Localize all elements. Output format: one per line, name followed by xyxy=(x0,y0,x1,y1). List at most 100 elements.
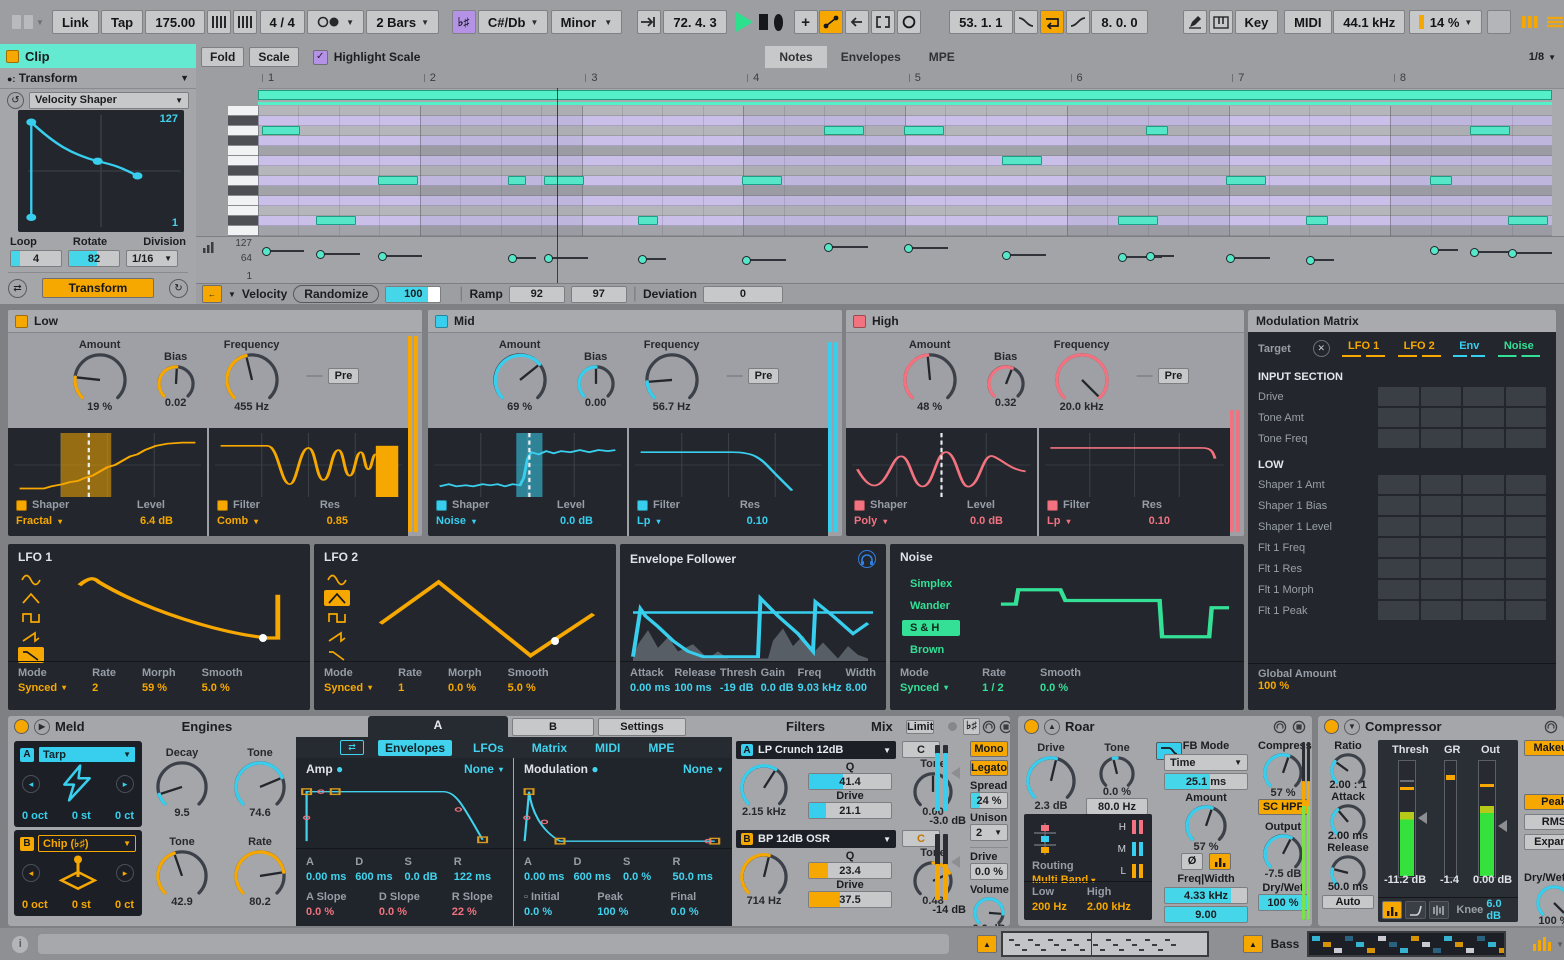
value-knob[interactable]: 2.15 kHz xyxy=(738,763,790,818)
matrix-cell[interactable] xyxy=(1463,517,1504,536)
frequency-knob[interactable]: Frequency 455 Hz xyxy=(223,339,281,413)
velocity-marker[interactable] xyxy=(1306,256,1315,265)
velocity-shaper-graph[interactable]: 127 1 xyxy=(18,110,184,232)
shaper-enable-checkbox[interactable] xyxy=(854,500,865,511)
session-record-icon[interactable] xyxy=(897,10,921,34)
velocity-marker[interactable] xyxy=(638,255,647,264)
key-map-button[interactable]: Key xyxy=(1235,10,1279,34)
attack-value[interactable]: 2.00 ms xyxy=(1322,830,1374,842)
shaper-value[interactable]: 0.0 dB xyxy=(970,515,1003,527)
out-handle[interactable] xyxy=(1498,820,1507,832)
device-on-led[interactable] xyxy=(1024,719,1039,734)
lfo-mode-select[interactable]: Synced▾ xyxy=(324,681,372,696)
midi-note[interactable] xyxy=(638,216,658,225)
env-param[interactable]: -19 dB xyxy=(720,681,757,696)
lane-dropdown-icon[interactable]: ▼ xyxy=(228,290,236,299)
peak-button[interactable]: Peak xyxy=(1524,794,1564,810)
tab-notes[interactable]: Notes xyxy=(765,46,826,68)
tone-knob[interactable]: Tone 0.0 % xyxy=(1086,742,1148,798)
tone-freq[interactable]: 80.0 Hz xyxy=(1086,798,1148,815)
matrix-cell[interactable] xyxy=(1506,429,1547,448)
fb-time[interactable]: 25.1 ms xyxy=(1164,773,1248,790)
auto-release-button[interactable]: Auto xyxy=(1322,895,1374,909)
midi-note[interactable] xyxy=(378,176,418,185)
matrix-cell[interactable] xyxy=(1378,496,1419,515)
lfo-wave-triangle-icon[interactable] xyxy=(18,590,44,606)
matrix-cell[interactable] xyxy=(1463,601,1504,620)
sc-hpf-button[interactable]: SC HPF xyxy=(1258,799,1308,815)
env-param[interactable]: 0.0 % xyxy=(623,870,673,885)
clip-overview[interactable] xyxy=(1001,931,1209,957)
limit-button[interactable]: Limit xyxy=(906,720,934,734)
shaper-display[interactable]: Shaper Level Noise▾ 0.0 dB xyxy=(428,428,627,536)
midi-note[interactable] xyxy=(316,216,356,225)
velocity-marker[interactable] xyxy=(316,250,325,259)
midi-map-button[interactable]: MIDI xyxy=(1284,10,1331,34)
metronome-menu[interactable]: ▼ xyxy=(307,10,364,34)
knee-value[interactable]: 6.0 dB xyxy=(1486,898,1514,922)
env-param[interactable]: 122 ms xyxy=(454,870,503,885)
filter-type-select[interactable]: B BP 12dB OSR▼ xyxy=(736,830,896,848)
meld-title-bar[interactable]: ▶ Meld Engines A B Settings Filters Mix … xyxy=(8,716,1010,737)
grid-interval-select[interactable]: 1/8▼ xyxy=(1529,51,1556,63)
global-drive[interactable]: 0.0 % xyxy=(970,863,1008,880)
midi-note[interactable] xyxy=(1002,156,1042,165)
noise-type-brown[interactable]: Brown xyxy=(902,642,960,658)
matrix-column-noise[interactable]: Noise xyxy=(1498,340,1540,357)
matrix-cell[interactable] xyxy=(1463,496,1504,515)
matrix-cell[interactable] xyxy=(1506,517,1547,536)
env-param[interactable]: 0.00 ms xyxy=(524,870,574,885)
randomize-button[interactable]: Randomize xyxy=(293,285,379,303)
matrix-cell[interactable] xyxy=(1506,475,1547,494)
activity-view-button[interactable] xyxy=(1382,901,1402,919)
loop-value[interactable]: 4 xyxy=(10,250,62,267)
device-on-led[interactable] xyxy=(1324,719,1339,734)
tab-mpe[interactable]: MPE xyxy=(915,46,969,68)
shaper-enable-checkbox[interactable] xyxy=(436,500,447,511)
lane-select-button[interactable]: ← xyxy=(202,285,222,303)
overdub-icon[interactable]: + xyxy=(794,10,818,34)
lfo-rate[interactable]: 2 xyxy=(92,681,116,696)
capture-midi-icon[interactable] xyxy=(871,10,895,34)
shaper-value[interactable]: 0.0 dB xyxy=(560,515,593,527)
lfo-morph[interactable]: 0.0 % xyxy=(448,681,482,696)
global-amount-value[interactable]: 100 % xyxy=(1258,680,1546,692)
shaper-enable-checkbox[interactable] xyxy=(16,500,27,511)
velocity-lane[interactable]: 127641 xyxy=(196,236,1564,284)
thresh-meter[interactable] xyxy=(1398,760,1416,878)
bias-knob[interactable]: Bias 0.32 xyxy=(985,351,1027,409)
value-knob[interactable]: 100 % xyxy=(1524,884,1564,926)
env-param2[interactable]: 0.0 % xyxy=(306,905,379,920)
midi-note[interactable] xyxy=(1306,216,1328,225)
velocity-marker[interactable] xyxy=(824,243,833,252)
matrix-cell[interactable] xyxy=(1421,408,1462,427)
lfo-rate[interactable]: 1 xyxy=(398,681,422,696)
sidechain-listen-icon[interactable] xyxy=(858,550,876,568)
env-follower-display[interactable] xyxy=(628,570,878,662)
velocity-marker[interactable] xyxy=(1508,249,1517,258)
hot-swap-icon[interactable] xyxy=(1273,720,1287,734)
env-param[interactable]: 0.0 dB xyxy=(405,870,454,885)
matrix-cell[interactable] xyxy=(1506,408,1547,427)
clip-overview-toggle[interactable]: ▲ xyxy=(977,935,996,953)
midi-note[interactable] xyxy=(1226,176,1266,185)
filter-value[interactable]: 0.85 xyxy=(327,515,348,527)
env-param2[interactable]: 0.0 % xyxy=(379,905,452,920)
arrangement-position[interactable]: 72. 4. 3 xyxy=(663,10,726,34)
filter-type-select[interactable]: A LP Crunch 12dB▼ xyxy=(736,741,896,759)
loop-apply-icon[interactable]: ⇄ xyxy=(8,279,27,298)
midi-note[interactable] xyxy=(1118,216,1158,225)
env-param[interactable]: 50.0 ms xyxy=(673,870,723,885)
decay-knob[interactable]: Decay 9.5 xyxy=(154,747,210,819)
matrix-column-env[interactable]: Env xyxy=(1453,340,1485,357)
high-split[interactable]: 2.00 kHz xyxy=(1087,900,1131,915)
shaper-display[interactable]: Shaper Level Fractal▾ 6.4 dB xyxy=(8,428,207,536)
matrix-cell[interactable] xyxy=(1506,538,1547,557)
quantize-menu[interactable]: 2 Bars▼ xyxy=(366,10,439,34)
matrix-cell[interactable] xyxy=(1421,429,1462,448)
subtab-lfos[interactable]: LFOs xyxy=(466,740,511,756)
matrix-cell[interactable] xyxy=(1463,429,1504,448)
velocity-marker[interactable] xyxy=(262,247,271,256)
lfo-wave-triangle-icon[interactable] xyxy=(324,590,350,606)
matrix-cell[interactable] xyxy=(1463,387,1504,406)
